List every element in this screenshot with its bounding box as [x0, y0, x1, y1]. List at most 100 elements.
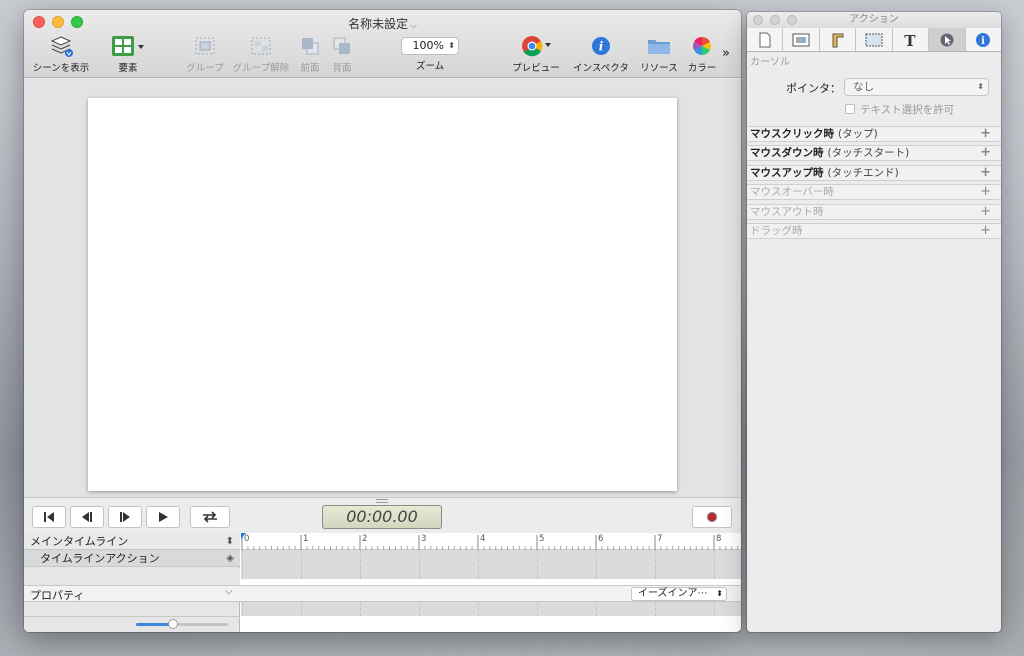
tab-metrics[interactable]	[819, 28, 857, 51]
play-icon	[159, 512, 168, 522]
group-button[interactable]: グループ	[182, 34, 228, 74]
add-action-icon[interactable]: +	[980, 224, 991, 238]
stepper-icon: ⬍	[977, 82, 984, 91]
timeline-gridline	[478, 568, 479, 579]
slider-knob[interactable]	[167, 619, 178, 629]
timeline-empty-track	[241, 568, 741, 579]
allow-text-select-checkbox[interactable]	[845, 104, 855, 114]
resize-grip-icon[interactable]	[376, 499, 388, 503]
inspector-title: アクション	[849, 14, 899, 25]
record-button[interactable]	[692, 506, 732, 528]
tab-element[interactable]	[856, 28, 893, 51]
colors-label: カラー	[687, 63, 717, 74]
minimize-inspector-button[interactable]	[770, 15, 780, 25]
ungroup-button[interactable]: グループ解除	[230, 34, 292, 74]
easing-select[interactable]: イーズインア⋯ ⬍	[631, 587, 727, 601]
event-row[interactable]: マウスオーバー時 +	[747, 184, 1001, 200]
step-back-button[interactable]	[70, 506, 104, 528]
pointer-select[interactable]: なし ⬍	[844, 78, 989, 96]
timeline-gridline	[596, 602, 597, 616]
ruler-ticks	[241, 533, 739, 550]
allow-text-select-row[interactable]: テキスト選択を許可	[845, 102, 954, 117]
timeline-gridline	[242, 602, 243, 616]
timeline-zoom-slider[interactable]	[136, 619, 228, 629]
event-row[interactable]: マウスクリック時 (タップ) +	[747, 126, 1001, 142]
add-action-icon[interactable]: +	[980, 166, 991, 180]
timeline-gridline	[655, 602, 656, 616]
step-forward-button[interactable]	[108, 506, 142, 528]
zoom-select[interactable]: 100% ⬍	[401, 37, 459, 55]
properties-sidebar	[24, 602, 240, 632]
bring-front-label: 前面	[300, 63, 320, 74]
timeline-action-track[interactable]	[241, 550, 741, 568]
ungroup-icon	[230, 34, 292, 58]
chevron-down-icon[interactable]: ⌵	[225, 586, 233, 597]
loop-icon	[203, 511, 217, 523]
add-action-icon[interactable]: +	[980, 146, 991, 160]
transport-bar: 00:00.00	[24, 497, 741, 533]
browser-icon	[508, 34, 564, 58]
play-button[interactable]	[146, 506, 180, 528]
tab-document[interactable]	[747, 28, 784, 51]
scenes-stack-icon	[30, 34, 92, 58]
show-scenes-button[interactable]: シーンを表示	[30, 34, 92, 74]
inspector-button[interactable]: i インスペクタ	[570, 34, 632, 74]
timeline-gridline	[419, 602, 420, 616]
color-wheel-icon	[684, 34, 720, 58]
inspector-label: インスペクタ	[573, 63, 629, 74]
preview-button[interactable]: プレビュー	[508, 34, 564, 74]
document-icon	[759, 32, 771, 47]
text-icon: T	[905, 32, 917, 48]
metrics-icon	[832, 33, 844, 47]
timeline-gridline	[360, 568, 361, 579]
canvas-area[interactable]	[24, 79, 741, 497]
event-sublabel: (タップ)	[838, 128, 878, 140]
add-action-icon[interactable]: +	[980, 127, 991, 141]
ruler-tick-label: 2	[362, 534, 368, 544]
element-icon	[865, 33, 883, 46]
scene-page[interactable]	[88, 98, 677, 491]
tab-text[interactable]: T	[892, 28, 930, 51]
timeline-gridline	[714, 568, 715, 579]
tab-actions[interactable]	[929, 28, 966, 51]
send-back-label: 背面	[332, 63, 352, 74]
timecode-display: 00:00.00	[322, 505, 442, 529]
event-sublabel: (タッチエンド)	[827, 167, 899, 179]
chevron-down-icon: ⌵	[410, 21, 417, 31]
timeline-selector[interactable]: メインタイムライン ⬍	[24, 533, 240, 550]
bring-front-button[interactable]: 前面	[296, 34, 324, 74]
event-row[interactable]: ドラッグ時 +	[747, 223, 1001, 239]
elements-button[interactable]: 要素	[106, 34, 150, 74]
inspector-tabs: T i	[747, 28, 1001, 52]
timeline-gridline	[301, 602, 302, 616]
elements-label: 要素	[118, 63, 138, 74]
go-to-start-button[interactable]	[32, 506, 66, 528]
colors-button[interactable]: カラー	[684, 34, 720, 74]
document-title[interactable]: 名称未設定 ⌵	[24, 15, 741, 32]
keyframe-diamond-icon[interactable]: ◈	[226, 550, 234, 567]
event-row[interactable]: マウスアップ時 (タッチエンド) +	[747, 165, 1001, 181]
loop-button[interactable]	[190, 506, 230, 528]
time-ruler[interactable]: 0 1 2 3 4 5 6 7 8	[241, 533, 741, 550]
timeline-action-row[interactable]: タイムラインアクション ◈	[24, 550, 240, 567]
add-action-icon[interactable]: +	[980, 185, 991, 199]
timeline-gridline	[596, 568, 597, 579]
timeline-gridline	[596, 550, 597, 568]
add-action-icon[interactable]: +	[980, 205, 991, 219]
send-back-button[interactable]: 背面	[328, 34, 356, 74]
timeline-gridline	[360, 550, 361, 568]
timeline-panel: メインタイムライン ⬍ タイムラインアクション ◈ 0 1 2 3 4 5 6 7 8 プロパテ…	[24, 533, 741, 632]
resources-button[interactable]: リソース	[636, 34, 682, 74]
properties-bar: プロパティ ⌵ イーズインア⋯ ⬍	[24, 585, 741, 602]
record-icon	[707, 512, 717, 522]
zoom-control[interactable]: 100% ⬍ ズーム	[398, 34, 462, 74]
preview-label: プレビュー	[512, 63, 560, 74]
event-row[interactable]: マウスアウト時 +	[747, 204, 1001, 220]
zoom-value: 100%	[412, 39, 444, 52]
tab-scene[interactable]	[783, 28, 820, 51]
event-row[interactable]: マウスダウン時 (タッチスタート) +	[747, 145, 1001, 161]
close-inspector-button[interactable]	[753, 15, 763, 25]
tab-identity[interactable]: i	[965, 28, 1001, 51]
step-forward-icon	[120, 512, 130, 522]
zoom-inspector-button[interactable]	[787, 15, 797, 25]
